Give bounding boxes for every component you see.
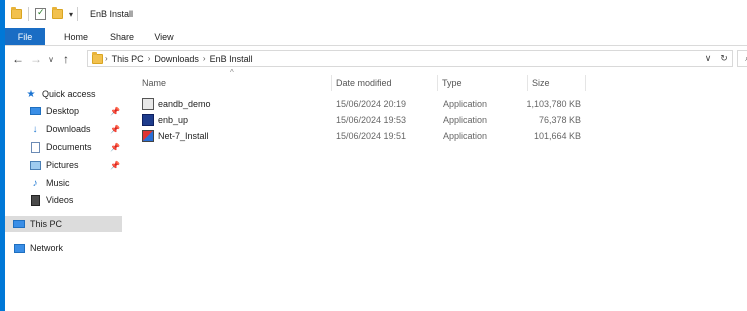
download-icon: ↓	[32, 123, 38, 135]
customize-quick-access-icon[interactable]: ▾	[69, 10, 73, 19]
application-icon	[142, 97, 154, 110]
file-name: enb_up	[158, 114, 189, 125]
recent-locations-icon[interactable]: ∨	[45, 55, 57, 64]
file-size: 1,103,780 KB	[526, 98, 581, 109]
title-bar: ▾ EnB Install	[5, 0, 747, 28]
column-header-type[interactable]: Type	[438, 75, 528, 91]
folder-icon	[11, 7, 22, 21]
nav-item-documents[interactable]: Documents 📌	[5, 139, 122, 155]
properties-icon[interactable]	[35, 7, 46, 21]
file-date: 15/06/2024 19:51	[336, 130, 407, 141]
file-size: 76,378 KB	[538, 114, 581, 125]
table-row[interactable]: enb_up 15/06/2024 19:53 Application 76,3…	[138, 112, 586, 127]
nav-label: Network	[30, 243, 64, 253]
breadcrumb-this-pc[interactable]: This PC	[112, 54, 144, 64]
pictures-icon	[29, 159, 41, 171]
nav-label: Music	[46, 178, 70, 188]
folder-icon	[92, 51, 103, 66]
table-row[interactable]: eandb_demo 15/06/2024 20:19 Application …	[138, 96, 586, 111]
document-icon	[29, 141, 41, 153]
application-icon	[142, 113, 154, 126]
column-header-size[interactable]: Size	[528, 75, 586, 91]
file-name: eandb_demo	[158, 98, 211, 109]
pin-icon: 📌	[110, 142, 120, 152]
address-dropdown-icon[interactable]: ∨	[700, 53, 716, 64]
new-folder-icon[interactable]	[52, 7, 63, 21]
tab-home[interactable]: Home	[51, 28, 101, 45]
computer-icon	[13, 218, 25, 230]
pin-icon: 📌	[110, 106, 120, 116]
window-title: EnB Install	[90, 9, 134, 19]
divider	[28, 7, 29, 21]
divider	[77, 7, 79, 21]
file-name-cell[interactable]: Net-7_Install	[142, 128, 332, 143]
nav-item-pictures[interactable]: Pictures 📌	[5, 157, 122, 173]
nav-label: This PC	[30, 219, 63, 229]
column-header-name[interactable]: Name	[138, 75, 332, 91]
network-icon	[13, 242, 25, 254]
nav-label: Desktop	[46, 106, 80, 116]
nav-item-this-pc[interactable]: This PC	[5, 216, 122, 232]
desktop-icon	[29, 105, 41, 117]
file-date: 15/06/2024 19:53	[336, 114, 407, 125]
pin-icon: 📌	[110, 160, 120, 170]
navigation-bar: ← → ∨ ↑ › This PC › Downloads › EnB Inst…	[5, 47, 747, 71]
up-arrow-icon[interactable]: ↑	[57, 52, 75, 66]
breadcrumb-downloads[interactable]: Downloads	[154, 54, 199, 64]
tab-view[interactable]: View	[143, 28, 185, 45]
nav-label: Pictures	[46, 160, 79, 170]
video-icon	[29, 194, 41, 206]
nav-item-network[interactable]: Network	[5, 240, 122, 256]
nav-label: Downloads	[46, 124, 91, 134]
back-arrow-icon[interactable]: ←	[9, 52, 27, 66]
breadcrumb-enb-install[interactable]: EnB Install	[210, 54, 253, 64]
chevron-right-icon[interactable]: ›	[203, 54, 206, 63]
search-icon[interactable]: ⌕	[737, 50, 747, 67]
nav-label: Videos	[46, 195, 74, 205]
chevron-right-icon[interactable]: ›	[148, 54, 151, 63]
ribbon-tabs: File Home Share View	[5, 28, 747, 46]
tab-share[interactable]: Share	[101, 28, 143, 45]
nav-item-music[interactable]: ♪ Music	[5, 175, 122, 191]
nav-item-videos[interactable]: Videos	[5, 192, 122, 208]
file-list-pane: ^ Name Date modified Type Size eandb_dem…	[122, 68, 747, 311]
file-size: 101,664 KB	[533, 130, 581, 141]
tab-file[interactable]: File	[5, 28, 45, 45]
refresh-icon[interactable]: ↻	[716, 53, 732, 64]
file-name-cell[interactable]: eandb_demo	[142, 96, 332, 111]
nav-quick-access[interactable]: ★ Quick access	[5, 86, 122, 102]
explorer-window: ▾ EnB Install File Home Share View ← → ∨…	[0, 0, 747, 311]
navigation-pane: ★ Quick access Desktop 📌 ↓ Downloads 📌 D…	[5, 71, 122, 311]
forward-arrow-icon[interactable]: →	[27, 52, 45, 66]
pin-icon: 📌	[110, 124, 120, 134]
nav-item-downloads[interactable]: ↓ Downloads 📌	[5, 121, 122, 137]
table-row[interactable]: Net-7_Install 15/06/2024 19:51 Applicati…	[138, 128, 586, 143]
nav-item-desktop[interactable]: Desktop 📌	[5, 103, 122, 119]
column-header-date[interactable]: Date modified	[332, 75, 438, 91]
address-bar[interactable]: › This PC › Downloads › EnB Install ∨ ↻	[87, 50, 733, 67]
music-icon: ♪	[32, 177, 38, 189]
chevron-right-icon[interactable]: ›	[105, 54, 108, 63]
star-icon: ★	[26, 88, 36, 100]
installer-icon	[142, 129, 154, 142]
file-date: 15/06/2024 20:19	[336, 98, 407, 109]
nav-label: Documents	[46, 142, 92, 152]
file-name: Net-7_Install	[158, 130, 209, 141]
file-name-cell[interactable]: enb_up	[142, 112, 332, 127]
nav-label: Quick access	[42, 89, 96, 99]
